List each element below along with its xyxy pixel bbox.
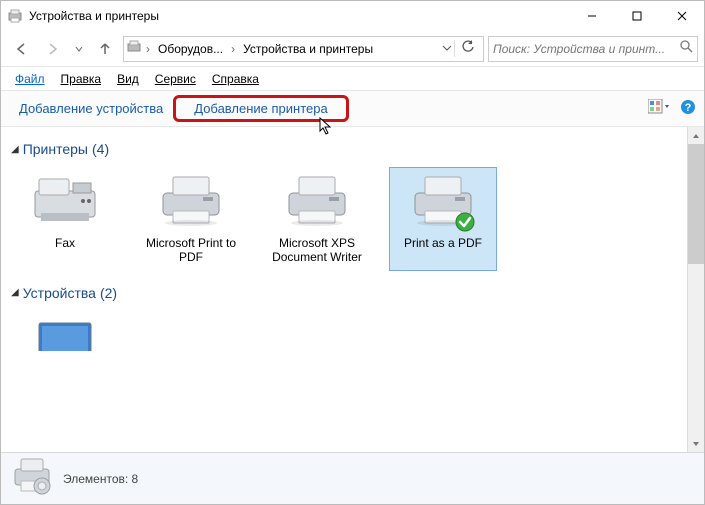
window: Устройства и принтеры › Оборудов... › Ус…	[0, 0, 705, 505]
window-title: Устройства и принтеры	[29, 9, 569, 23]
device-monitor[interactable]	[11, 311, 119, 351]
up-button[interactable]	[91, 35, 119, 63]
fax-icon	[29, 173, 101, 232]
group-printers-header[interactable]: ◢ Принтеры (4)	[11, 141, 677, 157]
back-button[interactable]	[7, 35, 35, 63]
menu-view[interactable]: Вид	[109, 69, 147, 89]
group-devices-header[interactable]: ◢ Устройства (2)	[11, 285, 677, 301]
svg-text:?: ?	[685, 102, 692, 114]
search-icon[interactable]	[679, 39, 693, 58]
cursor-icon	[319, 117, 333, 138]
device-label: Microsoft Print to PDF	[139, 236, 243, 265]
device-label: Microsoft XPS Document Writer	[265, 236, 369, 265]
device-fax[interactable]: Fax	[11, 167, 119, 271]
app-icon	[7, 8, 23, 24]
group-count: (4)	[92, 141, 109, 157]
group-title: Устройства	[23, 285, 96, 301]
collapse-icon: ◢	[11, 287, 19, 298]
separator-icon: ›	[231, 42, 235, 56]
scrollbar-thumb[interactable]	[688, 144, 704, 264]
collapse-icon: ◢	[11, 144, 19, 155]
printers-list: Fax Microsoft Print to PDF Microsoft XPS…	[11, 167, 677, 271]
search-input[interactable]	[493, 42, 675, 56]
close-button[interactable]	[659, 1, 704, 31]
device-label: Print as a PDF	[404, 236, 482, 250]
scrollbar-track	[688, 264, 704, 435]
titlebar: Устройства и принтеры	[1, 1, 704, 31]
window-controls	[569, 1, 704, 31]
search-box[interactable]	[488, 36, 698, 62]
content-area: ◢ Принтеры (4) Fax Microsoft Print	[1, 127, 704, 452]
help-button[interactable]: ?	[680, 99, 696, 118]
device-ms-xps[interactable]: Microsoft XPS Document Writer	[263, 167, 371, 271]
view-options-button[interactable]	[648, 99, 670, 118]
monitor-icon	[29, 317, 101, 351]
device-ms-print-pdf[interactable]: Microsoft Print to PDF	[137, 167, 245, 271]
vertical-scrollbar[interactable]	[687, 127, 704, 452]
status-icon	[11, 455, 53, 502]
menu-help[interactable]: Справка	[204, 69, 267, 89]
forward-button[interactable]	[39, 35, 67, 63]
maximize-button[interactable]	[614, 1, 659, 31]
location-icon	[126, 39, 142, 58]
address-dropdown-icon[interactable]	[442, 42, 452, 56]
separator-icon: ›	[146, 42, 150, 56]
minimize-button[interactable]	[569, 1, 614, 31]
scroll-up-icon[interactable]	[688, 127, 704, 144]
status-items-count: Элементов: 8	[63, 472, 138, 486]
navbar: › Оборудов... › Устройства и принтеры	[1, 31, 704, 67]
address-bar[interactable]: › Оборудов... › Устройства и принтеры	[123, 36, 484, 62]
menu-service[interactable]: Сервис	[147, 69, 204, 89]
statusbar: Элементов: 8	[1, 452, 704, 504]
printer-default-icon	[407, 173, 479, 232]
breadcrumb-devices[interactable]: Устройства и принтеры	[239, 40, 377, 58]
scroll-down-icon[interactable]	[688, 435, 704, 452]
printer-icon	[281, 173, 353, 232]
group-count: (2)	[100, 285, 117, 301]
menu-edit[interactable]: Правка	[53, 69, 110, 89]
add-device-button[interactable]: Добавление устройства	[9, 96, 173, 121]
group-title: Принтеры	[23, 141, 88, 157]
toolbar: Добавление устройства Добавление принтер…	[1, 91, 704, 127]
device-label: Fax	[55, 236, 75, 250]
content-pane: ◢ Принтеры (4) Fax Microsoft Print	[1, 127, 687, 452]
menu-file[interactable]: Файл	[7, 69, 53, 89]
printer-icon	[155, 173, 227, 232]
breadcrumb-hardware[interactable]: Оборудов...	[154, 40, 227, 58]
menubar: Файл Правка Вид Сервис Справка	[1, 67, 704, 91]
history-dropdown[interactable]	[71, 35, 87, 63]
refresh-button[interactable]	[454, 40, 481, 57]
device-print-as-pdf[interactable]: Print as a PDF	[389, 167, 497, 271]
devices-list	[11, 311, 677, 351]
